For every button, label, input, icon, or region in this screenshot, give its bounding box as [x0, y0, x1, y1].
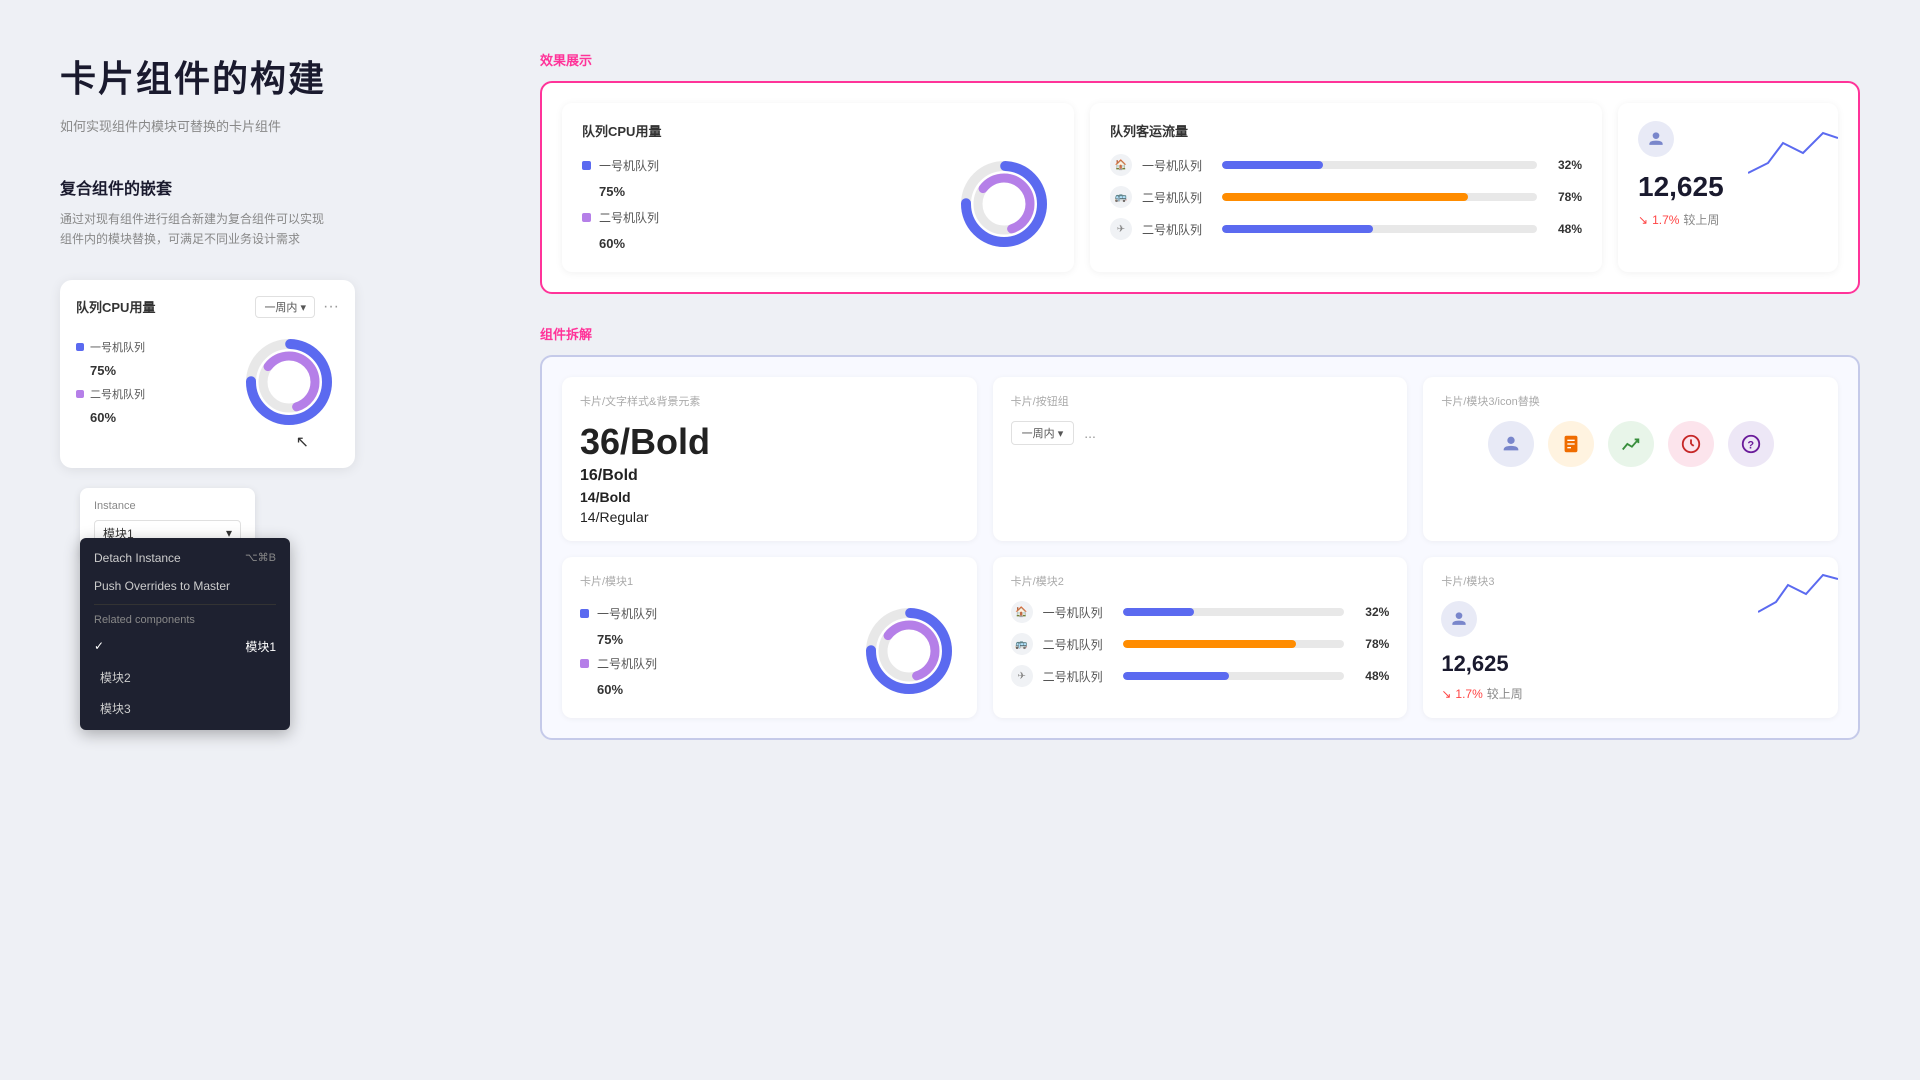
stat-change: ↘ 1.7% 较上周 — [1638, 211, 1818, 228]
icon-bubble-2[interactable] — [1548, 421, 1594, 467]
module3-curve — [1758, 567, 1838, 622]
traffic-bar-wrap-3 — [1222, 225, 1537, 233]
module1-legend: 一号机队列 75% 二号机队列 60% — [580, 605, 845, 697]
traffic-rows: 🏠 一号机队列 32% 🚌 二号机队列 78% — [1110, 154, 1582, 240]
instance-panel-wrapper: Instance 模块1 ▾ Detach Instance ⌥⌘B Push … — [80, 488, 480, 559]
traffic-row-2: 🚌 二号机队列 78% — [1110, 186, 1582, 208]
mini-more-button[interactable]: ··· — [323, 298, 339, 316]
traffic-bar-wrap-2 — [1222, 193, 1537, 201]
module1-label: 卡片/模块1 — [580, 573, 959, 589]
right-panel: 效果展示 队列CPU用量 一号机队列 75% 二号机队列 — [540, 50, 1860, 740]
decompose-grid: 卡片/文字样式&背景元素 36/Bold 16/Bold 14/Bold 14/… — [540, 355, 1860, 740]
icon-bubble-4[interactable] — [1668, 421, 1714, 467]
effect-traffic-card-title: 队列客运流量 — [1110, 121, 1582, 140]
effect-stat-card: 12,625 ↘ 1.7% 较上周 — [1618, 103, 1838, 272]
context-menu: Detach Instance ⌥⌘B Push Overrides to Ma… — [80, 538, 290, 730]
module2-label: 卡片/模块2 — [1011, 573, 1390, 589]
legend-dot-purple — [76, 390, 84, 398]
traffic-row-1: 🏠 一号机队列 32% — [1110, 154, 1582, 176]
icon-bubble-5[interactable]: ? — [1728, 421, 1774, 467]
effect-showcase-label: 效果展示 — [540, 50, 1860, 69]
more-dots-button[interactable]: ... — [1084, 425, 1096, 441]
module2-option[interactable]: 模块2 — [80, 662, 290, 693]
cpu-legend-square-1 — [582, 161, 591, 170]
detach-instance-item[interactable]: Detach Instance ⌥⌘B — [80, 544, 290, 572]
module2-traffic-rows: 🏠 一号机队列 32% 🚌 二号机队列 — [1011, 601, 1390, 687]
text-style-14bold: 14/Bold — [580, 489, 959, 505]
decompose-label: 组件拆解 — [540, 324, 1860, 343]
module1-card: 卡片/模块1 一号机队列 75% 二号机队列 — [562, 557, 977, 718]
text-style-14regular: 14/Regular — [580, 509, 959, 525]
module3-number: 12,625 — [1441, 651, 1820, 677]
section-heading: 复合组件的嵌套 — [60, 175, 480, 199]
mini-card-title: 队列CPU用量 — [76, 297, 155, 316]
traffic-bar-3 — [1222, 225, 1373, 233]
btn-group-card: 卡片/按钮组 一周内 ▾ ... — [993, 377, 1408, 541]
traffic-icon-1: 🏠 — [1110, 154, 1132, 176]
m2-icon-2: 🚌 — [1011, 633, 1033, 655]
page-subtitle: 如何实现组件内模块可替换的卡片组件 — [60, 116, 480, 135]
stat-icon — [1638, 121, 1674, 157]
btn-group-header: 一周内 ▾ ... — [1011, 421, 1390, 445]
traffic-icon-3: ✈ — [1110, 218, 1132, 240]
decompose-section: 组件拆解 卡片/文字样式&背景元素 36/Bold 16/Bold 14/Bol… — [540, 324, 1860, 740]
module3-stat-icon — [1441, 601, 1477, 637]
module3-option[interactable]: 模块3 — [80, 693, 290, 724]
effect-cpu-card: 队列CPU用量 一号机队列 75% 二号机队列 60% — [562, 103, 1074, 272]
week-button[interactable]: 一周内 ▾ — [1011, 421, 1075, 445]
text-styles-card: 卡片/文字样式&背景元素 36/Bold 16/Bold 14/Bold 14/… — [562, 377, 977, 541]
stat-curve-chart — [1748, 123, 1838, 183]
module3-card: 卡片/模块3 12,625 ↘ 1.7% 较上周 — [1423, 557, 1838, 718]
mini-donut-chart — [239, 332, 339, 432]
traffic-row-3: ✈ 二号机队列 48% — [1110, 218, 1582, 240]
cursor-indicator: ↖ — [296, 432, 309, 452]
effect-traffic-card: 队列客运流量 🏠 一号机队列 32% 🚌 二号机队列 — [1090, 103, 1602, 272]
icon-swap-card: 卡片/模块3/icon替换 — [1423, 377, 1838, 541]
mini-legend: 一号机队列 75% 二号机队列 60% — [76, 339, 229, 425]
module2-card: 卡片/模块2 🏠 一号机队列 32% 🚌 二号机队列 — [993, 557, 1408, 718]
cpu-legend-square-2 — [582, 213, 591, 222]
cpu-legend-list: 一号机队列 75% 二号机队列 60% — [582, 157, 940, 251]
related-components-label: Related components — [80, 609, 290, 631]
m2-icon-1: 🏠 — [1011, 601, 1033, 623]
context-menu-divider — [94, 604, 276, 605]
module3-change: ↘ 1.7% 较上周 — [1441, 685, 1820, 702]
traffic-bar-wrap-1 — [1222, 161, 1537, 169]
text-style-16bold: 16/Bold — [580, 467, 959, 485]
m2-icon-3: ✈ — [1011, 665, 1033, 687]
btn-card-label: 卡片/按钮组 — [1011, 393, 1390, 409]
module2-row-2: 🚌 二号机队列 78% — [1011, 633, 1390, 655]
left-panel: 卡片组件的构建 如何实现组件内模块可替换的卡片组件 复合组件的嵌套 通过对现有组… — [60, 50, 480, 740]
push-overrides-item[interactable]: Push Overrides to Master — [80, 572, 290, 600]
module2-row-1: 🏠 一号机队列 32% — [1011, 601, 1390, 623]
text-card-label: 卡片/文字样式&背景元素 — [580, 393, 959, 409]
traffic-bar-1 — [1222, 161, 1323, 169]
module1-option[interactable]: 模块1 — [80, 631, 290, 662]
module2-row-3: ✈ 二号机队列 48% — [1011, 665, 1390, 687]
module1-donut — [859, 601, 959, 701]
section-desc: 通过对现有组件进行组合新建为复合组件可以实现组件内的模块替换，可满足不同业务设计… — [60, 209, 480, 250]
text-style-36bold: 36/Bold — [580, 421, 959, 463]
icon-row: ? — [1441, 421, 1820, 467]
mini-card-preview: 队列CPU用量 一周内 ▾ ··· 一号机队列 75% — [60, 280, 355, 468]
mini-card-controls: 一周内 ▾ ··· — [255, 296, 339, 318]
effect-showcase: 队列CPU用量 一号机队列 75% 二号机队列 60% — [540, 81, 1860, 294]
svg-text:?: ? — [1747, 440, 1754, 452]
effect-cpu-card-title: 队列CPU用量 — [582, 121, 1054, 140]
page-title: 卡片组件的构建 — [60, 50, 480, 102]
icon-card-label: 卡片/模块3/icon替换 — [1441, 393, 1820, 409]
instance-label: Instance — [94, 500, 241, 512]
icon-bubble-1[interactable] — [1488, 421, 1534, 467]
icon-bubble-3[interactable] — [1608, 421, 1654, 467]
legend-dot-blue — [76, 343, 84, 351]
traffic-bar-2 — [1222, 193, 1468, 201]
mini-dropdown[interactable]: 一周内 ▾ — [255, 296, 315, 318]
traffic-icon-2: 🚌 — [1110, 186, 1132, 208]
cpu-donut-chart — [954, 154, 1054, 254]
